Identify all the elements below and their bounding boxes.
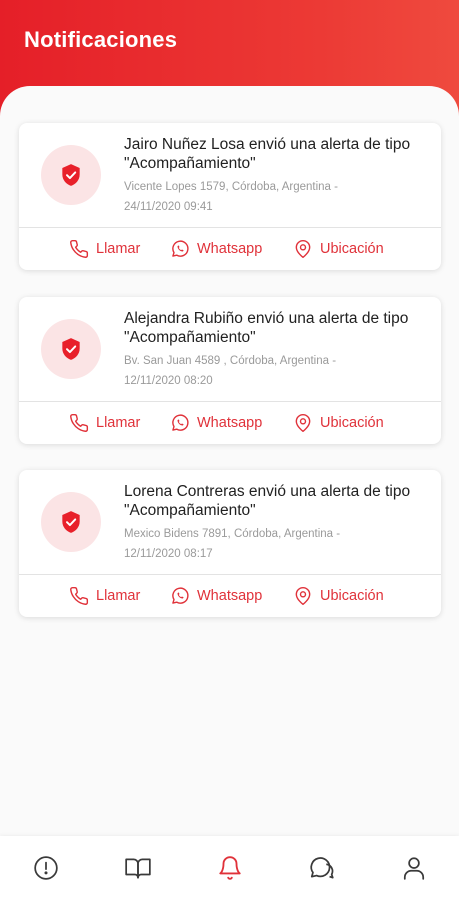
- location-button[interactable]: Ubicación: [293, 402, 384, 444]
- nav-notifications[interactable]: [216, 854, 244, 882]
- bottom-nav: [0, 836, 459, 900]
- notification-card: Jairo Nuñez Losa envió una alerta de tip…: [19, 123, 441, 270]
- nav-chat[interactable]: [308, 854, 336, 882]
- notification-message: Alejandra Rubiño envió una alerta de tip…: [124, 310, 409, 346]
- shield-check-icon: [62, 338, 80, 360]
- alert-badge: [41, 492, 101, 552]
- notifications-panel: Jairo Nuñez Losa envió una alerta de tip…: [0, 86, 459, 846]
- book-open-icon: [125, 858, 151, 879]
- whatsapp-label: Whatsapp: [197, 241, 263, 257]
- whatsapp-button[interactable]: Whatsapp: [170, 575, 262, 617]
- chat-icon: [310, 857, 334, 879]
- location-label: Ubicación: [320, 415, 384, 431]
- map-pin-icon: [295, 239, 311, 259]
- location-button[interactable]: Ubicación: [293, 228, 384, 270]
- notification-message: Jairo Nuñez Losa envió una alerta de tip…: [124, 136, 411, 172]
- page-title: Notificaciones: [24, 27, 178, 52]
- shield-check-icon: [62, 511, 80, 533]
- nav-guide[interactable]: [124, 854, 152, 882]
- location-label: Ubicación: [320, 588, 384, 604]
- notification-message: Lorena Contreras envió una alerta de tip…: [124, 483, 411, 519]
- notification-card: Lorena Contreras envió una alerta de tip…: [19, 470, 441, 617]
- shield-check-icon: [62, 164, 80, 186]
- nav-profile[interactable]: [400, 854, 428, 882]
- location-label: Ubicación: [320, 241, 384, 257]
- call-label: Llamar: [96, 415, 141, 431]
- alert-badge: [41, 319, 101, 379]
- whatsapp-label: Whatsapp: [197, 588, 263, 604]
- whatsapp-icon: [172, 587, 189, 604]
- whatsapp-label: Whatsapp: [197, 415, 263, 431]
- notification-address: Mexico Bidens 7891, Córdoba, Argentina -…: [124, 528, 341, 560]
- whatsapp-button[interactable]: Whatsapp: [170, 228, 262, 270]
- notification-address: Bv. San Juan 4589 , Córdoba, Argentina -…: [124, 355, 337, 387]
- user-icon: [403, 857, 425, 880]
- notification-card: Alejandra Rubiño envió una alerta de tip…: [19, 297, 441, 444]
- notification-actions: Llamar Whatsapp Ubicación: [19, 228, 441, 270]
- call-button[interactable]: Llamar: [69, 575, 140, 617]
- nav-alerts[interactable]: [32, 854, 60, 882]
- whatsapp-button[interactable]: Whatsapp: [170, 402, 262, 444]
- map-pin-icon: [295, 586, 311, 606]
- call-label: Llamar: [96, 588, 141, 604]
- phone-icon: [70, 239, 89, 258]
- notification-address: Vicente Lopes 1579, Córdoba, Argentina -…: [124, 181, 338, 213]
- location-button[interactable]: Ubicación: [293, 575, 384, 617]
- notification-actions: Llamar Whatsapp Ubicación: [19, 402, 441, 444]
- alert-badge: [41, 145, 101, 205]
- bell-icon: [219, 856, 241, 880]
- whatsapp-icon: [172, 414, 189, 431]
- call-button[interactable]: Llamar: [69, 402, 140, 444]
- map-pin-icon: [295, 413, 311, 433]
- call-label: Llamar: [96, 241, 141, 257]
- phone-icon: [70, 413, 89, 432]
- whatsapp-icon: [172, 240, 189, 257]
- call-button[interactable]: Llamar: [69, 228, 140, 270]
- alert-circle-icon: [34, 856, 58, 880]
- phone-icon: [70, 586, 89, 605]
- notification-actions: Llamar Whatsapp Ubicación: [19, 575, 441, 617]
